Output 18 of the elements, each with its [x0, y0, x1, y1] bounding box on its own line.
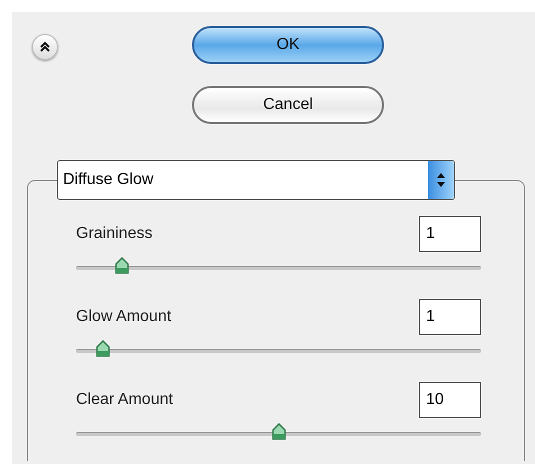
slider-label: Clear Amount	[76, 391, 173, 409]
collapse-button[interactable]	[32, 34, 58, 60]
value-field[interactable]: 1	[419, 299, 481, 335]
slider-thumb[interactable]	[115, 257, 130, 275]
value-field[interactable]: 1	[419, 216, 481, 252]
slider-thumb[interactable]	[96, 340, 110, 358]
slider-label: Glow Amount	[76, 308, 172, 326]
up-down-arrows-icon	[436, 172, 446, 188]
slider-track[interactable]	[76, 256, 481, 276]
ok-button[interactable]: OK	[192, 26, 384, 64]
double-chevron-up-icon	[39, 41, 51, 53]
slider-track[interactable]	[76, 339, 481, 359]
cancel-button[interactable]: Cancel	[192, 86, 384, 124]
value-field[interactable]: 10	[419, 382, 481, 418]
slider-thumb[interactable]	[272, 423, 286, 441]
filter-dropdown[interactable]: Diffuse Glow	[57, 160, 455, 200]
slider-track[interactable]	[76, 422, 481, 442]
slider-label: Graininess	[76, 225, 152, 243]
